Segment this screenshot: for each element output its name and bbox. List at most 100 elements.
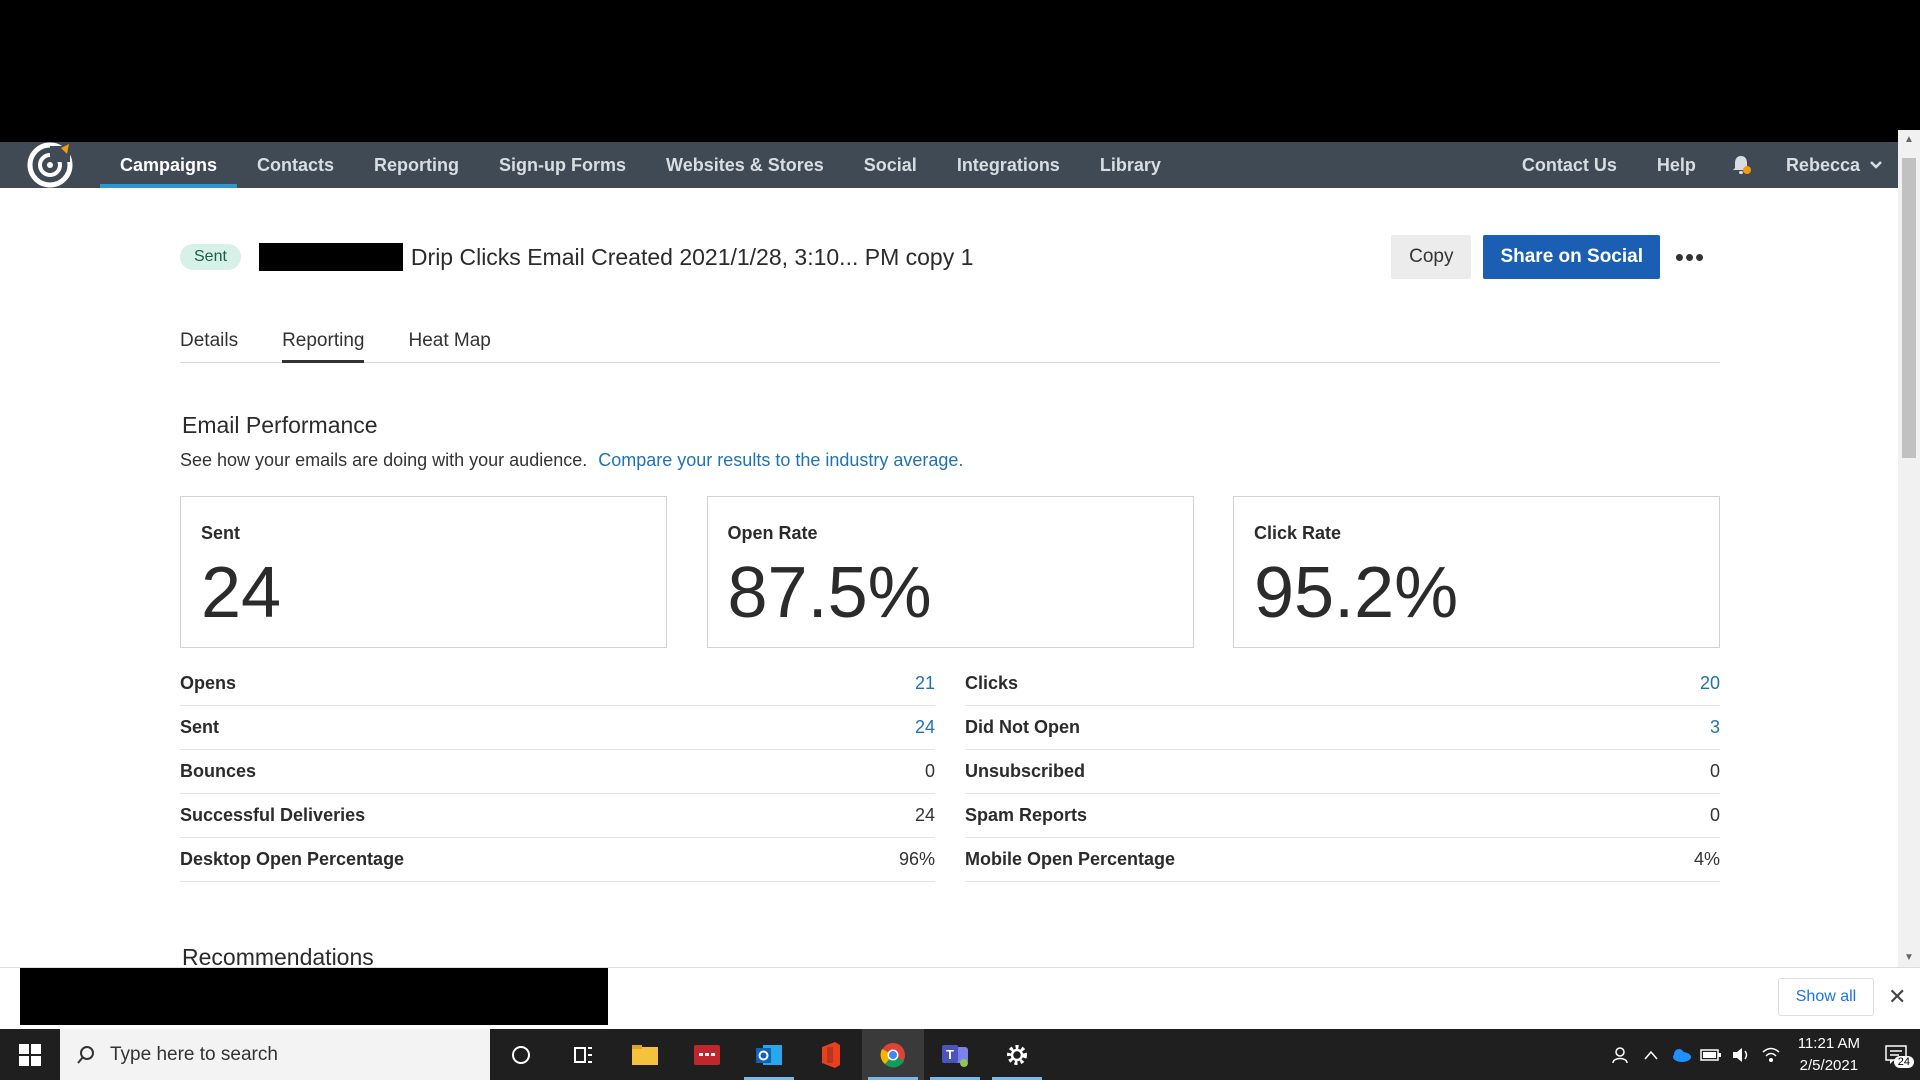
stats-right-column: Clicks 20 Did Not Open 3 Unsubscribed 0 … [965, 662, 1720, 882]
stat-label: Did Not Open [965, 717, 1080, 737]
search-icon [77, 1045, 94, 1064]
more-options-icon[interactable]: ••• [1660, 242, 1720, 273]
stat-label: Bounces [180, 761, 257, 781]
file-explorer-icon[interactable] [614, 1029, 676, 1080]
onedrive-cloud-icon[interactable] [1666, 1048, 1696, 1062]
email-performance-title: Email Performance [182, 412, 378, 438]
app-red-icon[interactable] [676, 1029, 738, 1080]
share-on-social-button[interactable]: Share on Social [1483, 235, 1660, 279]
battery-icon[interactable] [1696, 1048, 1726, 1062]
notification-count-badge: 24 [1893, 1055, 1914, 1068]
stat-value: 0 [1709, 805, 1720, 825]
nav-signup-forms[interactable]: Sign-up Forms [479, 142, 646, 188]
stat-value-link[interactable]: 21 [915, 673, 935, 694]
stat-value-link[interactable]: 24 [915, 717, 935, 738]
stat-row-clicks: Clicks 20 [965, 662, 1720, 706]
stat-label: Sent [180, 717, 220, 737]
stat-label: Successful Deliveries [180, 805, 366, 825]
stat-label: Unsubscribed [965, 761, 1086, 781]
card-value: 24 [201, 553, 282, 633]
copy-button[interactable]: Copy [1391, 235, 1472, 279]
recommendations-title: Recommendations [182, 944, 374, 967]
nav-library[interactable]: Library [1080, 142, 1181, 188]
show-all-button[interactable]: Show all [1778, 978, 1874, 1016]
task-view-icon[interactable] [552, 1029, 614, 1080]
stat-row-bounces: Bounces 0 [180, 750, 935, 794]
network-icon[interactable] [1756, 1046, 1786, 1064]
card-label: Click Rate [1254, 523, 1342, 543]
user-name: Rebecca [1785, 154, 1860, 175]
people-icon[interactable] [1606, 1045, 1636, 1065]
scroll-up-icon[interactable]: ▲ [1904, 134, 1914, 145]
download-bar: Show all ✕ [0, 967, 1920, 1029]
stat-row-opens: Opens 21 [180, 662, 935, 706]
scroll-down-icon[interactable]: ▼ [1904, 952, 1914, 963]
card-label: Sent [201, 523, 241, 543]
top-nav: Campaigns Contacts Reporting Sign-up For… [0, 142, 1898, 188]
chevron-up-icon[interactable] [1636, 1050, 1666, 1060]
redacted-download-item [20, 968, 608, 1025]
page-scrollbar[interactable]: ▲ ▼ [1898, 130, 1920, 967]
nav-websites-stores[interactable]: Websites & Stores [646, 142, 844, 188]
stat-row-unsubscribed: Unsubscribed 0 [965, 750, 1720, 794]
svg-text:T: T [946, 1047, 954, 1062]
stat-label: Spam Reports [965, 805, 1088, 825]
stat-row-did-not-open: Did Not Open 3 [965, 706, 1720, 750]
user-menu[interactable]: Rebecca [1766, 142, 1898, 188]
notification-center-icon[interactable]: 24 [1872, 1044, 1920, 1068]
stat-value: 0 [1709, 761, 1720, 781]
teams-icon[interactable]: T [924, 1029, 986, 1080]
card-value: 95.2% [1254, 553, 1459, 633]
tab-reporting[interactable]: Reporting [282, 318, 365, 363]
nav-campaigns[interactable]: Campaigns [100, 142, 238, 188]
campaign-header: Sent Drip Clicks Email Created 2021/1/28… [180, 234, 1720, 280]
nav-reporting[interactable]: Reporting [354, 142, 479, 188]
status-badge: Sent [180, 244, 241, 270]
compare-industry-link[interactable]: Compare your results to the industry ave… [598, 450, 963, 470]
stats-left-column: Opens 21 Sent 24 Bounces 0 Successful De… [180, 662, 935, 882]
stat-value: 0 [924, 761, 935, 781]
nav-help[interactable]: Help [1637, 142, 1716, 188]
main-content: Sent Drip Clicks Email Created 2021/1/28… [0, 188, 1898, 967]
bell-icon[interactable] [1716, 142, 1766, 188]
stat-row-successful-deliveries: Successful Deliveries 24 [180, 794, 935, 838]
email-performance-subtitle: See how your emails are doing with your … [180, 450, 963, 471]
chevron-down-icon [1870, 161, 1882, 169]
chrome-icon[interactable] [862, 1029, 924, 1080]
redacted-block [258, 243, 403, 271]
nav-contact-us[interactable]: Contact Us [1502, 142, 1637, 188]
outlook-icon[interactable] [738, 1029, 800, 1080]
top-blackout [0, 0, 1920, 142]
settings-gear-icon[interactable] [986, 1029, 1048, 1080]
clock-date: 2/5/2021 [1799, 1056, 1859, 1074]
stat-label: Opens [180, 673, 237, 693]
taskbar-search-input[interactable]: Type here to search [60, 1029, 490, 1080]
cortana-icon[interactable] [490, 1029, 552, 1080]
open-rate-card: Open Rate 87.5% [706, 496, 1194, 648]
scrollbar-thumb[interactable] [1902, 158, 1916, 458]
constant-contact-logo[interactable] [0, 142, 100, 188]
close-icon[interactable]: ✕ [1888, 984, 1906, 1010]
stat-value-link[interactable]: 3 [1710, 717, 1720, 738]
subtitle-text: See how your emails are doing with your … [180, 450, 588, 470]
stat-value-link[interactable]: 20 [1700, 673, 1720, 694]
sent-card: Sent 24 [180, 496, 667, 648]
office-icon[interactable] [800, 1029, 862, 1080]
tab-heat-map[interactable]: Heat Map [408, 318, 490, 362]
volume-icon[interactable] [1726, 1047, 1756, 1063]
nav-integrations[interactable]: Integrations [937, 142, 1080, 188]
taskbar-clock[interactable]: 11:21 AM 2/5/2021 [1786, 1033, 1872, 1077]
stat-value: 96% [898, 849, 935, 869]
page-title: Drip Clicks Email Created 2021/1/28, 3:1… [410, 243, 974, 270]
tab-details[interactable]: Details [180, 318, 238, 362]
stat-row-desktop-open: Desktop Open Percentage 96% [180, 838, 935, 882]
stat-row-sent: Sent 24 [180, 706, 935, 750]
nav-social[interactable]: Social [844, 142, 937, 188]
card-value: 87.5% [727, 553, 932, 633]
stat-row-mobile-open: Mobile Open Percentage 4% [965, 838, 1720, 882]
nav-contacts[interactable]: Contacts [237, 142, 354, 188]
metric-cards: Sent 24 Open Rate 87.5% Click Rate 95.2% [180, 496, 1720, 648]
stat-label: Clicks [965, 673, 1019, 693]
windows-taskbar: Type here to search T 11:21 AM 2/5/2021 … [0, 1029, 1920, 1080]
windows-start-icon[interactable] [0, 1029, 60, 1080]
